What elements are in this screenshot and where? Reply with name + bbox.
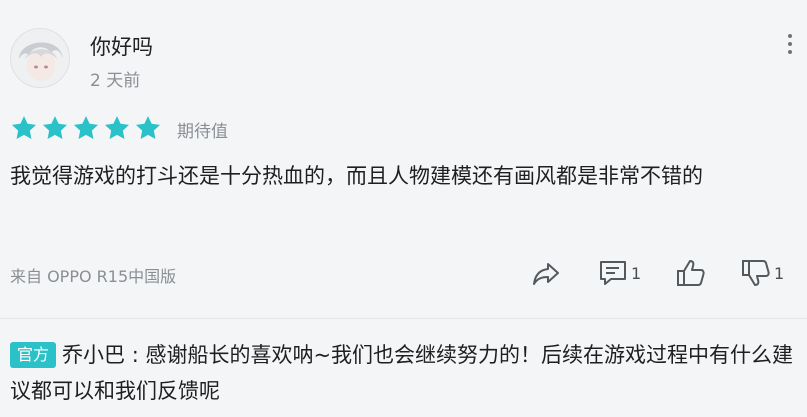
action-bar: 1 1 — [0, 257, 807, 291]
share-button[interactable] — [530, 257, 562, 289]
share-icon — [533, 263, 559, 285]
dislike-button[interactable]: 1 — [740, 257, 784, 289]
star-icon — [73, 116, 99, 139]
username[interactable]: 你好吗 — [90, 31, 153, 61]
post-time: 2 天前 — [90, 71, 141, 91]
comment-count: 1 — [631, 263, 642, 283]
avatar[interactable] — [10, 28, 70, 88]
like-button[interactable] — [675, 257, 707, 289]
avatar-image — [11, 29, 69, 87]
review-text: 我觉得游戏的打斗还是十分热血的，而且人物建模还有画风都是非常不错的 — [10, 164, 703, 188]
official-badge: 官方 — [10, 342, 57, 368]
thumbs-up-icon — [677, 260, 705, 286]
rating-stars — [10, 114, 162, 142]
reply-separator: : — [125, 343, 146, 367]
comment-icon — [600, 261, 626, 285]
thumbs-down-icon — [742, 260, 770, 286]
reply-author[interactable]: 乔小巴 — [62, 343, 125, 367]
official-reply: 官方 乔小巴 : 感谢船长的喜欢呐~我们也会继续努力的！后续在游戏过程中有什么建议… — [10, 337, 795, 409]
star-icon — [11, 116, 37, 139]
more-options-icon[interactable] — [785, 34, 795, 58]
comment-button[interactable]: 1 — [597, 257, 641, 289]
dislike-count: 1 — [774, 263, 785, 283]
divider — [0, 318, 807, 319]
star-icon — [42, 116, 68, 139]
star-icon — [135, 116, 161, 139]
star-icon — [104, 116, 130, 139]
rating-label: 期待值 — [177, 122, 228, 142]
